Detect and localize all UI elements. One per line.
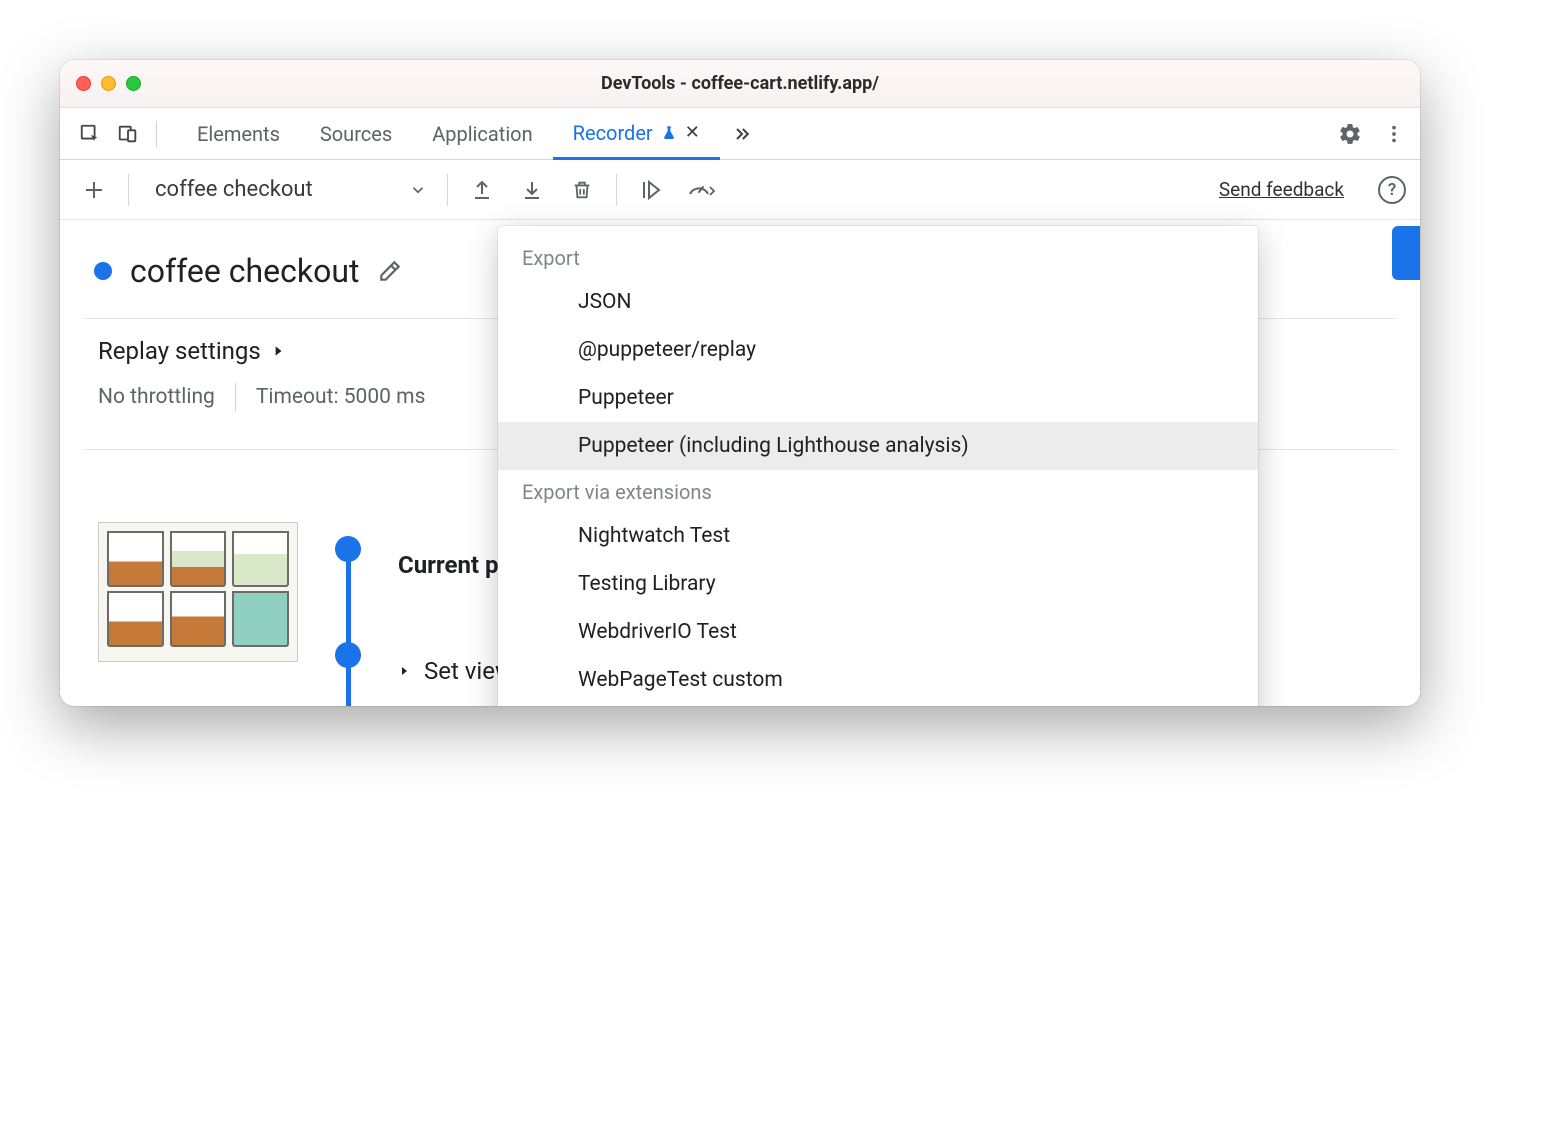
- devtools-window: DevTools - coffee-cart.netlify.app/ Elem…: [60, 60, 1420, 706]
- tab-label: Recorder: [573, 121, 653, 145]
- chevron-down-icon: [409, 181, 427, 199]
- tab-application[interactable]: Application: [412, 108, 552, 159]
- export-item-testing-library[interactable]: Testing Library: [498, 560, 1258, 608]
- recording-indicator-icon: [94, 262, 112, 280]
- kebab-menu-icon[interactable]: [1378, 118, 1410, 150]
- separator: [447, 174, 448, 206]
- tab-label: Sources: [320, 122, 392, 146]
- timeout-value: Timeout: 5000 ms: [256, 385, 426, 409]
- replay-button-edge[interactable]: [1392, 226, 1420, 280]
- separator: [128, 174, 129, 206]
- device-toolbar-icon[interactable]: [112, 118, 144, 150]
- settings-gear-icon[interactable]: [1334, 118, 1366, 150]
- export-menu-header: Export: [498, 236, 1258, 278]
- edit-title-button[interactable]: [377, 258, 403, 284]
- step-label: Current pa: [398, 551, 511, 579]
- page-thumbnail: [98, 522, 298, 662]
- delete-button[interactable]: [562, 170, 602, 210]
- replay-speed-button[interactable]: [681, 170, 721, 210]
- send-feedback-link[interactable]: Send feedback: [1219, 178, 1344, 201]
- close-tab-icon[interactable]: ✕: [685, 122, 700, 143]
- chevron-right-icon: [398, 663, 410, 679]
- timeline-node: [335, 536, 361, 562]
- panel-tabs: Elements Sources Application Recorder ✕: [177, 108, 720, 159]
- export-button[interactable]: [462, 170, 502, 210]
- recording-select[interactable]: coffee checkout: [143, 177, 433, 202]
- tab-recorder[interactable]: Recorder ✕: [553, 108, 720, 160]
- new-recording-button[interactable]: [74, 170, 114, 210]
- export-item-webpagetest[interactable]: WebPageTest custom: [498, 656, 1258, 704]
- flask-icon: [661, 124, 677, 142]
- help-icon[interactable]: ?: [1378, 176, 1406, 204]
- import-button[interactable]: [512, 170, 552, 210]
- replay-settings-label: Replay settings: [98, 337, 261, 365]
- devtools-tabbar: Elements Sources Application Recorder ✕: [60, 108, 1420, 160]
- export-item-webdriverio[interactable]: WebdriverIO Test: [498, 608, 1258, 656]
- export-item-puppeteer-lighthouse[interactable]: Puppeteer (including Lighthouse analysis…: [498, 422, 1258, 470]
- inspect-element-icon[interactable]: [74, 118, 106, 150]
- chevron-right-icon: [271, 342, 285, 360]
- throttling-value: No throttling: [98, 385, 215, 409]
- separator: [616, 174, 617, 206]
- export-item-puppeteer-replay[interactable]: @puppeteer/replay: [498, 326, 1258, 374]
- timeline-node: [335, 642, 361, 668]
- tab-elements[interactable]: Elements: [177, 108, 300, 159]
- tab-label: Application: [432, 122, 532, 146]
- recorder-content: coffee checkout Replay settings No throt…: [60, 220, 1420, 706]
- tab-sources[interactable]: Sources: [300, 108, 412, 159]
- tab-label: Elements: [197, 122, 280, 146]
- separator: [235, 383, 236, 411]
- export-menu-popup: Export JSON @puppeteer/replay Puppeteer …: [498, 226, 1258, 706]
- window-title: DevTools - coffee-cart.netlify.app/: [60, 73, 1420, 94]
- minimize-window-button[interactable]: [101, 76, 116, 91]
- export-item-puppeteer[interactable]: Puppeteer: [498, 374, 1258, 422]
- close-window-button[interactable]: [76, 76, 91, 91]
- recording-select-label: coffee checkout: [155, 177, 313, 202]
- recording-title: coffee checkout: [130, 252, 359, 290]
- export-item-json[interactable]: JSON: [498, 278, 1258, 326]
- export-extensions-header: Export via extensions: [498, 470, 1258, 512]
- separator: [156, 121, 157, 147]
- step-button[interactable]: [631, 170, 671, 210]
- export-item-get-extensions[interactable]: Get extensions…: [498, 704, 1258, 706]
- traffic-lights: [76, 76, 141, 91]
- more-tabs-icon[interactable]: [726, 118, 758, 150]
- timeline-line: [346, 540, 351, 706]
- recorder-toolbar: coffee checkout Send feedback: [60, 160, 1420, 220]
- maximize-window-button[interactable]: [126, 76, 141, 91]
- export-item-nightwatch[interactable]: Nightwatch Test: [498, 512, 1258, 560]
- window-titlebar: DevTools - coffee-cart.netlify.app/: [60, 60, 1420, 108]
